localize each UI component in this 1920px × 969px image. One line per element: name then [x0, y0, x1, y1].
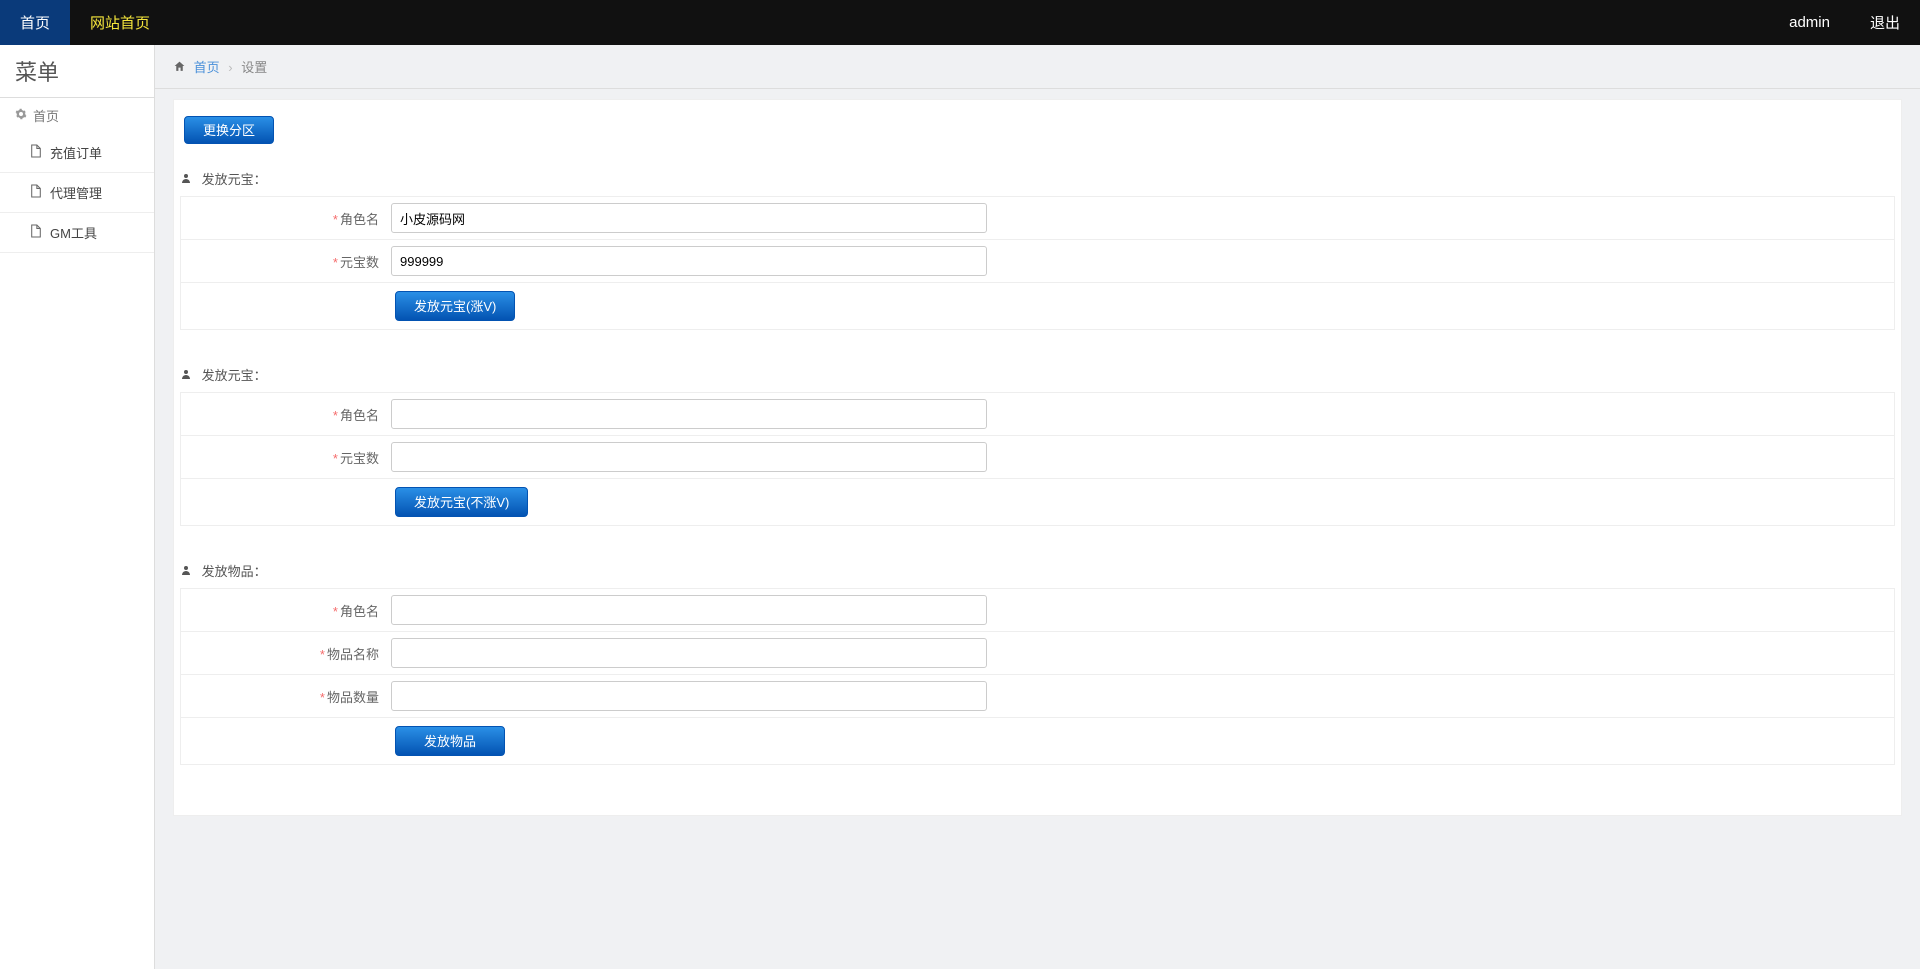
- section-title: 发放物品：: [202, 564, 267, 579]
- sidebar-item-agent[interactable]: 代理管理: [0, 173, 154, 213]
- role-name-input-1[interactable]: [391, 203, 987, 233]
- content-panel: 更换分区 发放元宝： *角色名 *元宝数: [173, 99, 1902, 816]
- sidebar-item-label: 充值订单: [50, 143, 102, 162]
- gear-icon: [15, 108, 27, 123]
- section-header: 发放物品：: [174, 546, 1901, 588]
- section-title: 发放元宝：: [202, 368, 267, 383]
- item-name-input[interactable]: [391, 638, 987, 668]
- item-count-input[interactable]: [391, 681, 987, 711]
- sidebar: 菜单 首页 充值订单 代理管理 GM工具: [0, 45, 155, 969]
- file-icon: [30, 224, 42, 241]
- main: 首页 › 设置 更换分区 发放元宝： *角色名: [155, 45, 1920, 969]
- field-label: 角色名: [340, 604, 379, 619]
- role-name-input-3[interactable]: [391, 595, 987, 625]
- home-icon: [173, 60, 190, 75]
- send-yuanbao-nov-button[interactable]: 发放元宝(不涨V): [395, 487, 528, 517]
- role-name-input-2[interactable]: [391, 399, 987, 429]
- breadcrumb-home[interactable]: 首页: [194, 60, 220, 75]
- field-label: 角色名: [340, 408, 379, 423]
- nav-user[interactable]: admin: [1769, 0, 1850, 45]
- field-label: 角色名: [340, 212, 379, 227]
- field-label: 元宝数: [340, 451, 379, 466]
- send-item-button[interactable]: 发放物品: [395, 726, 505, 756]
- nav-home[interactable]: 首页: [0, 0, 70, 45]
- section-title: 发放元宝：: [202, 172, 267, 187]
- topbar: 首页 网站首页 admin 退出: [0, 0, 1920, 45]
- file-icon: [30, 184, 42, 201]
- section-header: 发放元宝：: [174, 154, 1901, 196]
- sidebar-item-label: GM工具: [50, 223, 97, 242]
- yuanbao-count-input-1[interactable]: [391, 246, 987, 276]
- breadcrumb-separator: ›: [228, 60, 232, 75]
- sidebar-group-label: 首页: [33, 106, 59, 125]
- section-header: 发放元宝：: [174, 350, 1901, 392]
- sidebar-item-recharge[interactable]: 充值订单: [0, 133, 154, 173]
- sidebar-title: 菜单: [0, 45, 154, 98]
- user-icon: [180, 172, 196, 187]
- yuanbao-count-input-2[interactable]: [391, 442, 987, 472]
- breadcrumb: 首页 › 设置: [155, 45, 1920, 89]
- sidebar-item-label: 代理管理: [50, 183, 102, 202]
- field-label: 物品数量: [327, 690, 379, 705]
- send-yuanbao-v-button[interactable]: 发放元宝(涨V): [395, 291, 515, 321]
- sidebar-item-gmtool[interactable]: GM工具: [0, 213, 154, 253]
- nav-logout[interactable]: 退出: [1850, 0, 1920, 45]
- user-icon: [180, 368, 196, 383]
- user-icon: [180, 564, 196, 579]
- file-icon: [30, 144, 42, 161]
- field-label: 元宝数: [340, 255, 379, 270]
- sidebar-group-home[interactable]: 首页: [0, 98, 154, 133]
- switch-zone-button[interactable]: 更换分区: [184, 116, 274, 144]
- nav-site-home[interactable]: 网站首页: [70, 0, 170, 45]
- field-label: 物品名称: [327, 647, 379, 662]
- breadcrumb-current: 设置: [241, 60, 267, 75]
